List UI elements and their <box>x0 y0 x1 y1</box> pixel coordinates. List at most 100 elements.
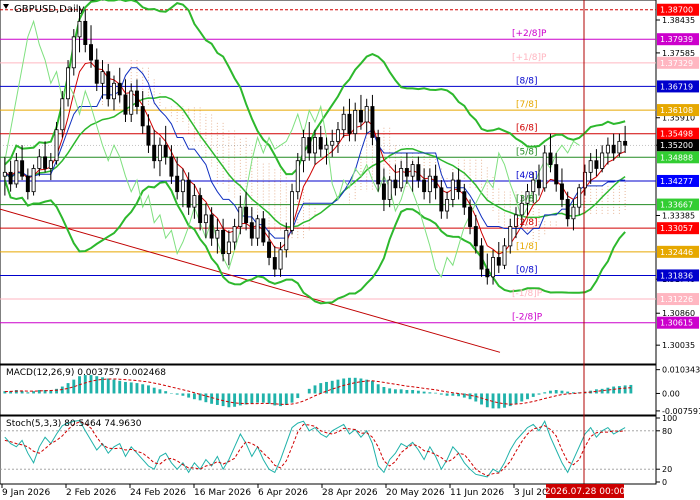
candle-body <box>14 160 19 185</box>
candle-body <box>439 187 444 212</box>
candle-body <box>232 226 237 243</box>
candle-body <box>123 94 128 115</box>
candle-body <box>554 164 559 185</box>
cursor-time-label: 2026.07.28 00:00 <box>545 487 626 497</box>
price-tick-label: 1.38435 <box>662 16 695 25</box>
candle-body <box>2 171 7 177</box>
candle-body <box>203 214 208 224</box>
candle-body <box>198 195 203 224</box>
candle-body <box>146 125 151 146</box>
candle-body <box>106 71 111 100</box>
candle-body <box>341 113 346 131</box>
level-price-tag-label: 1.30615 <box>660 319 693 328</box>
candle-body <box>25 175 30 193</box>
time-tick-label: 28 Apr 2026 <box>322 488 378 498</box>
candle-body <box>496 257 501 266</box>
candle-body <box>66 67 71 100</box>
murrey-level-label: [-1/8]P <box>512 289 543 299</box>
candle-body <box>77 20 82 38</box>
candle-body <box>295 160 300 193</box>
candle-body <box>565 199 570 220</box>
candle-body <box>537 179 541 189</box>
candle-body <box>318 137 323 150</box>
murrey-level-label: [6/8] <box>516 124 538 134</box>
candle-body <box>433 175 438 189</box>
candle-body <box>456 179 461 193</box>
candle-body <box>422 179 427 193</box>
candle-body <box>313 137 317 154</box>
candle-body <box>353 109 358 135</box>
stochastic-tick-label: 20 <box>662 465 672 474</box>
candle-body <box>623 140 628 146</box>
time-tick-label: 11 Jun 2026 <box>450 488 504 498</box>
level-price-tag-label: 1.34277 <box>660 177 693 186</box>
level-price-tag-label: 1.36719 <box>660 82 693 91</box>
level-price-tag-label: 1.37939 <box>660 35 693 44</box>
time-tick-label: 16 Mar 2026 <box>194 488 251 498</box>
candle-body <box>112 82 116 100</box>
price-tick-label: 1.33385 <box>662 211 695 220</box>
candle-body <box>548 152 553 165</box>
level-price-tag-label: 1.38700 <box>660 6 693 15</box>
candle-body <box>445 199 450 212</box>
time-tick-label: 6 Apr 2026 <box>258 488 308 498</box>
candle-body <box>215 229 220 239</box>
time-tick-label: 20 May 2026 <box>386 488 445 498</box>
level-price-tag-label: 1.33667 <box>660 201 693 210</box>
time-tick-label: 2 Feb 2026 <box>66 488 117 498</box>
candle-body <box>140 106 145 127</box>
candle-body <box>163 144 168 158</box>
candle-body <box>94 59 99 84</box>
price-tick-label: 1.37585 <box>662 49 695 58</box>
candle-body <box>89 44 93 61</box>
candle-body <box>31 168 36 193</box>
candle-body <box>588 160 593 173</box>
candle-body <box>468 206 473 227</box>
candle-body <box>531 179 536 193</box>
macd-tick-label: 0.00 <box>662 389 680 398</box>
candle-body <box>20 160 25 177</box>
candle-body <box>393 179 398 189</box>
candle-body <box>209 214 214 239</box>
candle-body <box>376 137 381 185</box>
candle-body <box>255 218 260 239</box>
candle-body <box>450 179 455 200</box>
candle-body <box>347 113 352 135</box>
candle-body <box>485 268 490 278</box>
stochastic-label: Stoch(5,3,3) 80.5464 74.9630 <box>6 419 142 429</box>
candle-body <box>134 90 139 107</box>
candle-body <box>473 226 478 247</box>
candle-body <box>8 171 13 185</box>
time-tick-label: 9 Jan 2026 <box>2 488 50 498</box>
murrey-level-label: [0/8] <box>516 265 538 275</box>
candle-body <box>462 191 467 208</box>
macd-tick-label: 0.010343 <box>662 366 700 375</box>
candle-body <box>238 206 243 227</box>
murrey-level-label: [5/8] <box>516 147 538 157</box>
candle-body <box>267 241 272 258</box>
candle-body <box>83 20 88 45</box>
candle-body <box>37 156 42 169</box>
candle-body <box>249 222 254 239</box>
stochastic-tick-label: 80 <box>662 427 672 436</box>
murrey-level-label: [2/8] <box>516 218 538 228</box>
level-price-tag-label: 1.37329 <box>660 59 693 68</box>
candle-body <box>542 152 547 189</box>
symbol-title: GBPUSD,Daily <box>14 4 85 15</box>
candle-body <box>600 152 605 169</box>
candle-body <box>577 187 582 208</box>
level-price-tag-label: 1.36108 <box>660 106 693 115</box>
candle-body <box>43 156 48 169</box>
candle-body <box>186 179 191 208</box>
level-price-tag-label: 1.31226 <box>660 295 693 304</box>
candle-body <box>502 245 507 266</box>
candle-body <box>60 98 65 131</box>
candle-body <box>479 245 484 270</box>
candle-body <box>180 179 185 193</box>
candle-body <box>594 160 599 169</box>
candle-body <box>175 175 180 193</box>
candle-body <box>364 106 369 123</box>
level-price-tag-label: 1.34888 <box>660 153 693 162</box>
candle-body <box>272 257 277 270</box>
candle-body <box>358 109 363 123</box>
